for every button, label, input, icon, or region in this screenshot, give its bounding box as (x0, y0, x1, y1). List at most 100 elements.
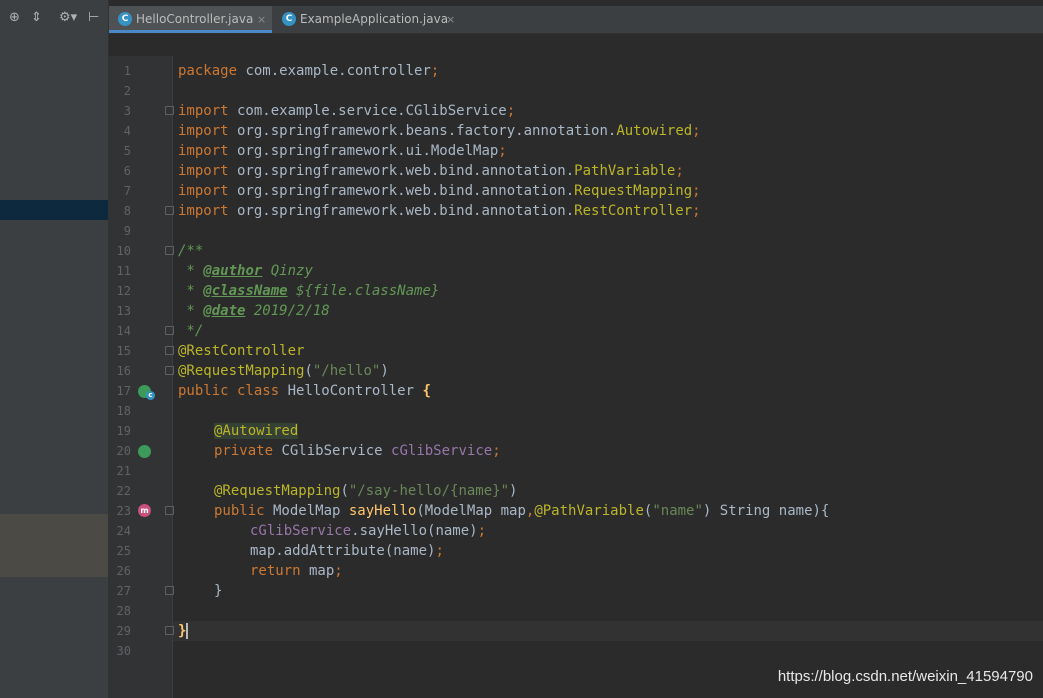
code-line[interactable]: * @className ${file.className} (178, 281, 439, 301)
keyword: import (178, 203, 229, 219)
line-number: 4 (123, 124, 131, 138)
semicolon: ; (334, 563, 343, 579)
fold-marker-icon[interactable] (165, 326, 174, 335)
keyword: public class (178, 383, 280, 399)
javadoc-tag: @className (203, 283, 288, 299)
annotation-name: Autowired (616, 123, 693, 139)
semicolon: ; (435, 543, 444, 559)
keyword: import (178, 183, 229, 199)
line-number: 11 (116, 264, 131, 278)
tab-hello-controller[interactable]: C HelloController.java × (109, 6, 272, 33)
fold-marker-icon[interactable] (165, 626, 174, 635)
line-number: 24 (116, 524, 131, 538)
code-line[interactable]: import org.springframework.ui.ModelMap; (178, 141, 507, 161)
line-number: 12 (116, 284, 131, 298)
line-number: 8 (123, 204, 131, 218)
code-text: org.springframework.web.bind.annotation. (228, 163, 575, 179)
java-class-icon: C (282, 12, 296, 26)
class-name: HelloController (279, 383, 423, 399)
tab-label: HelloController.java (136, 12, 254, 26)
editor-top-margin (109, 34, 1043, 56)
line-number: 1 (123, 64, 131, 78)
crosshair-icon[interactable]: ⊕ (9, 10, 20, 26)
project-tree-highlighted-rows[interactable] (0, 514, 108, 577)
code-line[interactable]: public class HelloController { (178, 381, 431, 401)
line-number: 27 (116, 584, 131, 598)
fold-marker-icon[interactable] (165, 106, 174, 115)
semicolon: ; (692, 183, 701, 199)
line-number: 6 (123, 164, 131, 178)
line-number: 3 (123, 104, 131, 118)
field-name: cGlibService (250, 523, 352, 539)
code-line[interactable]: package com.example.controller; (178, 61, 439, 81)
line-number: 10 (116, 244, 131, 258)
fold-marker-icon[interactable] (165, 366, 174, 375)
code-line[interactable]: @RequestMapping("/say-hello/{name}") (214, 481, 517, 501)
close-icon[interactable]: × (446, 6, 455, 33)
code-line[interactable]: import org.springframework.web.bind.anno… (178, 181, 701, 201)
code-line[interactable]: @RestController (178, 341, 304, 361)
code-line[interactable]: import org.springframework.web.bind.anno… (178, 161, 684, 181)
line-number: 18 (116, 404, 131, 418)
semicolon: ; (477, 523, 487, 539)
code-line[interactable]: return map; (250, 561, 343, 581)
fold-marker-icon[interactable] (165, 586, 174, 595)
code-line[interactable]: import org.springframework.web.bind.anno… (178, 201, 701, 221)
fold-marker-icon[interactable] (165, 206, 174, 215)
code-line[interactable]: map.addAttribute(name); (250, 541, 444, 561)
paren: ) (509, 483, 518, 499)
code-line[interactable]: @Autowired (214, 421, 299, 441)
code-line[interactable]: public ModelMap sayHello(ModelMap map,@P… (214, 501, 829, 521)
params: ) String name){ (702, 503, 830, 519)
keyword: import (178, 163, 229, 179)
code-text: org.springframework.web.bind.annotation. (228, 183, 575, 199)
annotation: @RequestMapping (214, 483, 341, 499)
code-line[interactable]: @RequestMapping("/hello") (178, 361, 389, 381)
code-line[interactable]: /** (178, 241, 203, 261)
code-text: com.example.controller (237, 63, 431, 79)
keyword: public (214, 503, 265, 519)
code-line[interactable]: */ (178, 321, 203, 341)
type-name: ModelMap (264, 503, 349, 519)
fold-marker-icon[interactable] (165, 506, 174, 515)
code-line[interactable]: * @author Qinzy (178, 261, 312, 281)
line-number: 16 (116, 364, 131, 378)
keyword: import (178, 123, 229, 139)
annotation: @RequestMapping (178, 363, 305, 379)
semicolon: ; (506, 103, 516, 119)
code-text: map (300, 563, 335, 579)
code-line[interactable]: import com.example.service.CGlibService; (178, 101, 515, 121)
annotation-name: RestController (574, 203, 693, 219)
keyword: import (178, 103, 229, 119)
fold-marker-icon[interactable] (165, 346, 174, 355)
code-line[interactable]: import org.springframework.beans.factory… (178, 121, 701, 141)
pin-icon[interactable]: ⊢ (88, 10, 99, 26)
keyword: private (214, 443, 274, 459)
javadoc-text: ${file.className} (287, 283, 440, 299)
annotation: @RestController (178, 343, 305, 359)
line-number: 28 (116, 604, 131, 618)
line-number: 25 (116, 544, 131, 558)
close-icon[interactable]: × (257, 6, 266, 33)
collapse-icon[interactable]: ⇕ (31, 10, 42, 26)
type-name: CGlibService (273, 443, 392, 459)
semicolon: ; (492, 443, 501, 459)
code-text: org.springframework.ui.ModelMap (228, 143, 499, 159)
line-number: 30 (116, 644, 131, 658)
text-caret (186, 623, 188, 639)
gutter-separator (172, 56, 173, 698)
request-mapping-icon[interactable]: m (138, 504, 151, 517)
project-panel: ⊕ ⇕ ⚙▾ ⊢ (0, 0, 108, 698)
javadoc-text: */ (178, 323, 204, 339)
autowired-navigate-icon[interactable] (138, 445, 151, 458)
code-line[interactable]: } (214, 581, 222, 601)
code-line[interactable]: * @date 2019/2/18 (178, 301, 329, 321)
code-line[interactable]: cGlibService.sayHello(name); (250, 521, 486, 541)
line-number: 14 (116, 324, 131, 338)
gear-icon[interactable]: ⚙▾ (59, 10, 77, 26)
project-tree-selected-row[interactable] (0, 200, 108, 220)
tab-example-application[interactable]: C ExampleApplication.java × (272, 6, 462, 33)
code-line[interactable]: private CGlibService cGlibService; (214, 441, 501, 461)
fold-marker-icon[interactable] (165, 246, 174, 255)
semicolon: ; (675, 163, 684, 179)
